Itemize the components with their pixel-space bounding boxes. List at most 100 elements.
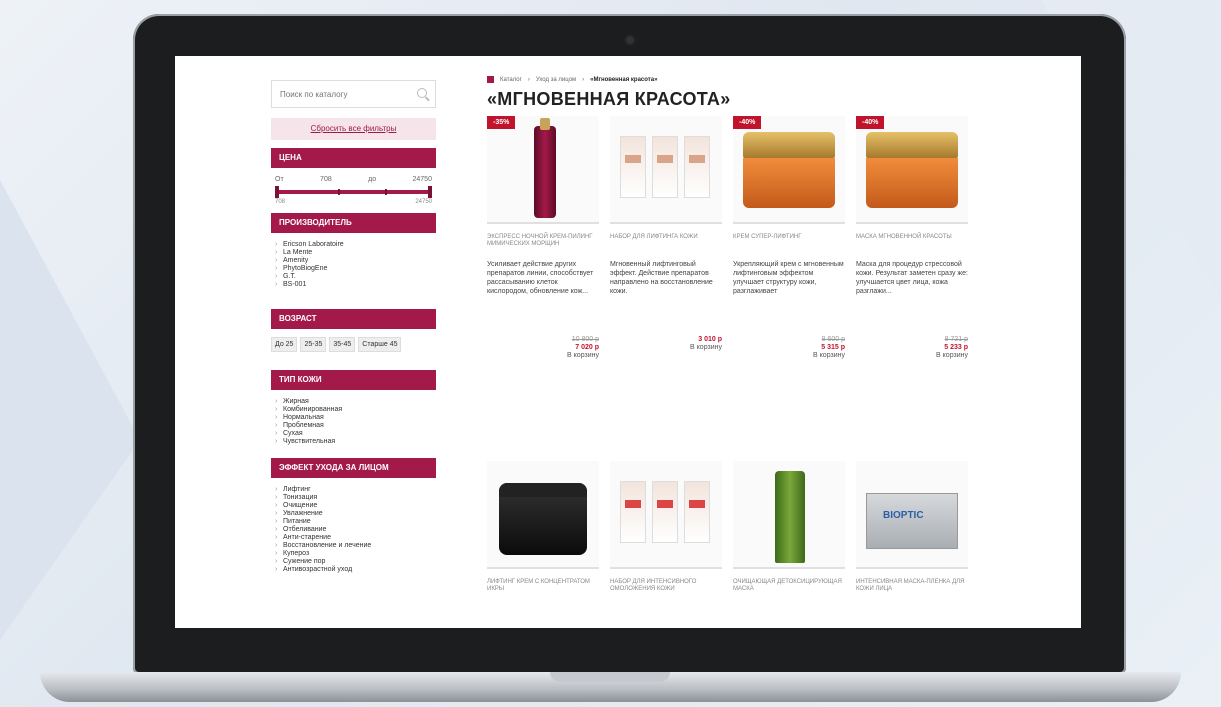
product-image[interactable]: -40% — [733, 116, 845, 224]
product-name[interactable]: ЛИФТИНГ КРЕМ С КОНЦЕНТРАТОМ ИКРЫ — [487, 579, 599, 603]
skin-type-item[interactable]: Чувствительная — [275, 438, 436, 446]
page-title: «МГНОВЕННАЯ КРАСОТА» — [487, 89, 731, 109]
product-name[interactable]: ИНТЕНСИВНАЯ МАСКА-ПЛЕНКА ДЛЯ КОЖИ ЛИЦА — [856, 579, 968, 603]
price-to-label: до — [368, 176, 377, 183]
product-prices: 8 600 р 5 315 р В корзину — [733, 336, 845, 360]
product-name[interactable]: МАСКА МГНОВЕННОЙ КРАСОТЫ — [856, 234, 968, 258]
care-effect-item[interactable]: Лифтинг — [275, 486, 436, 494]
product-image[interactable] — [487, 461, 599, 569]
product-image[interactable]: -35% — [487, 116, 599, 224]
product-name[interactable]: НАБОР ДЛЯ ЛИФТИНГА КОЖИ — [610, 234, 722, 258]
home-icon[interactable] — [487, 76, 494, 83]
product-name[interactable]: НАБОР ДЛЯ ИНТЕНСИВНОГО ОМОЛОЖЕНИЯ КОЖИ — [610, 579, 722, 603]
product-name[interactable]: КРЕМ СУПЕР-ЛИФТИНГ — [733, 234, 845, 258]
manufacturer-item[interactable]: G.T. — [275, 273, 436, 281]
care-effect-item[interactable]: Очищение — [275, 502, 436, 510]
care-effect-item[interactable]: Антивозрастной уход — [275, 566, 436, 574]
manufacturer-item[interactable]: Amenity — [275, 257, 436, 265]
age-option[interactable]: 35-45 — [329, 337, 356, 352]
product-card[interactable]: ОЧИЩАЮЩАЯ ДЕТОКСИЦИРУЮЩАЯ МАСКА — [733, 461, 845, 603]
search-icon[interactable] — [417, 88, 427, 98]
product-image[interactable] — [733, 461, 845, 569]
product-name[interactable]: ЭКСПРЕСС НОЧНОЙ КРЕМ-ПИЛИНГ МИМИЧЕСКИХ М… — [487, 234, 599, 258]
sale-price: 5 315 р — [821, 344, 845, 351]
reset-filters-link[interactable]: Сбросить все фильтры — [271, 118, 436, 140]
price-min: 708 — [275, 199, 286, 205]
skin-type-item[interactable]: Нормальная — [275, 414, 436, 422]
product-name[interactable]: ОЧИЩАЮЩАЯ ДЕТОКСИЦИРУЮЩАЯ МАСКА — [733, 579, 845, 603]
slider-max-handle[interactable] — [428, 186, 432, 198]
camera-icon — [626, 36, 634, 44]
search-input[interactable] — [280, 89, 410, 99]
manufacturer-item[interactable]: La Mente — [275, 249, 436, 257]
age-filter-header: ВОЗРАСТ — [271, 309, 436, 329]
product-card[interactable]: НАБОР ДЛЯ ИНТЕНСИВНОГО ОМОЛОЖЕНИЯ КОЖИ — [610, 461, 722, 603]
care-effect-item[interactable]: Купероз — [275, 550, 436, 558]
manufacturer-item[interactable]: Ericson Laboratoire — [275, 241, 436, 249]
laptop-base — [40, 672, 1181, 702]
product-prices: 3 010 р В корзину — [610, 336, 722, 352]
price-slider[interactable] — [275, 186, 432, 198]
laptop-lid: Сбросить все фильтры ЦЕНА От 708 до 2475… — [133, 14, 1126, 674]
manufacturer-item[interactable]: BS-001 — [275, 281, 436, 289]
care-effect-item[interactable]: Питание — [275, 518, 436, 526]
product-image[interactable]: BIOPTIC — [856, 461, 968, 569]
product-card[interactable]: BIOPTIC ИНТЕНСИВНАЯ МАСКА-ПЛЕНКА ДЛЯ КОЖ… — [856, 461, 968, 603]
sale-price: 5 233 р — [944, 344, 968, 351]
care-effect-item[interactable]: Увлажнение — [275, 510, 436, 518]
product-description: Усиливает действие других препаратов лин… — [487, 261, 594, 295]
product-box-image: BIOPTIC — [866, 493, 958, 549]
skin-type-item[interactable]: Сухая — [275, 430, 436, 438]
tube-set-image — [620, 481, 710, 543]
skin-type-item[interactable]: Жирная — [275, 398, 436, 406]
product-card[interactable]: -40% КРЕМ СУПЕР-ЛИФТИНГ Укрепляющий крем… — [733, 116, 845, 360]
add-to-cart-link[interactable]: В корзину — [487, 352, 599, 360]
mask-jar-image — [866, 132, 958, 210]
price-max: 24750 — [415, 199, 432, 205]
skin-type-item[interactable]: Комбинированная — [275, 406, 436, 414]
discount-badge: -35% — [487, 116, 516, 129]
product-card[interactable]: -35% ЭКСПРЕСС НОЧНОЙ КРЕМ-ПИЛИНГ МИМИЧЕС… — [487, 116, 599, 360]
care-effect-list: Лифтинг Тонизация Очищение Увлажнение Пи… — [275, 486, 436, 574]
filter-sidebar: Сбросить все фильтры ЦЕНА От 708 до 2475… — [271, 80, 436, 574]
product-card[interactable]: НАБОР ДЛЯ ЛИФТИНГА КОЖИ Мгновенный лифти… — [610, 116, 722, 352]
serum-bottle-image — [534, 118, 556, 218]
product-prices: 10 800 р 7 020 р В корзину — [487, 336, 599, 360]
add-to-cart-link[interactable]: В корзину — [610, 344, 722, 352]
add-to-cart-link[interactable]: В корзину — [856, 352, 968, 360]
sale-price: 3 010 р — [698, 336, 722, 343]
slider-min-handle[interactable] — [275, 186, 279, 198]
skin-type-item[interactable]: Проблемная — [275, 422, 436, 430]
background-shape — [0, 180, 140, 640]
breadcrumb-separator: › — [582, 76, 585, 83]
care-effect-item[interactable]: Восстановление и лечение — [275, 542, 436, 550]
care-effect-item[interactable]: Анти-старение — [275, 534, 436, 542]
product-image[interactable] — [610, 116, 722, 224]
care-effect-item[interactable]: Тонизация — [275, 494, 436, 502]
product-image[interactable]: -40% — [856, 116, 968, 224]
product-description: Мгновенный лифтинговый эффект. Действие … — [610, 261, 713, 295]
care-effect-item[interactable]: Отбеливание — [275, 526, 436, 534]
black-jar-image — [499, 483, 587, 555]
catalog-main: Каталог › Уход за лицом › «Мгновенная кр… — [487, 76, 1077, 592]
breadcrumb-face-care[interactable]: Уход за лицом — [536, 77, 576, 83]
price-filter-header: ЦЕНА — [271, 148, 436, 168]
manufacturer-list: Ericson Laboratoire La Mente Amenity Phy… — [275, 241, 436, 289]
age-option[interactable]: До 25 — [271, 337, 298, 352]
product-card[interactable]: ЛИФТИНГ КРЕМ С КОНЦЕНТРАТОМ ИКРЫ — [487, 461, 599, 603]
product-card[interactable]: -40% МАСКА МГНОВЕННОЙ КРАСОТЫ Маска для … — [856, 116, 968, 360]
manufacturer-item[interactable]: PhytoBiogEne — [275, 265, 436, 273]
age-option[interactable]: Старше 45 — [358, 337, 402, 352]
manufacturer-filter-header: ПРОИЗВОДИТЕЛЬ — [271, 213, 436, 233]
price-to-input[interactable]: 24750 — [413, 176, 432, 183]
breadcrumb-separator: › — [527, 76, 530, 83]
skin-type-filter-header: ТИП КОЖИ — [271, 370, 436, 390]
care-effect-item[interactable]: Сужение пор — [275, 558, 436, 566]
breadcrumb-catalog[interactable]: Каталог — [500, 77, 522, 83]
price-from-input[interactable]: 708 — [320, 176, 332, 183]
add-to-cart-link[interactable]: В корзину — [733, 352, 845, 360]
tube-set-image — [620, 136, 710, 198]
slider-tick — [384, 189, 387, 195]
product-image[interactable] — [610, 461, 722, 569]
age-option[interactable]: 25-35 — [300, 337, 327, 352]
